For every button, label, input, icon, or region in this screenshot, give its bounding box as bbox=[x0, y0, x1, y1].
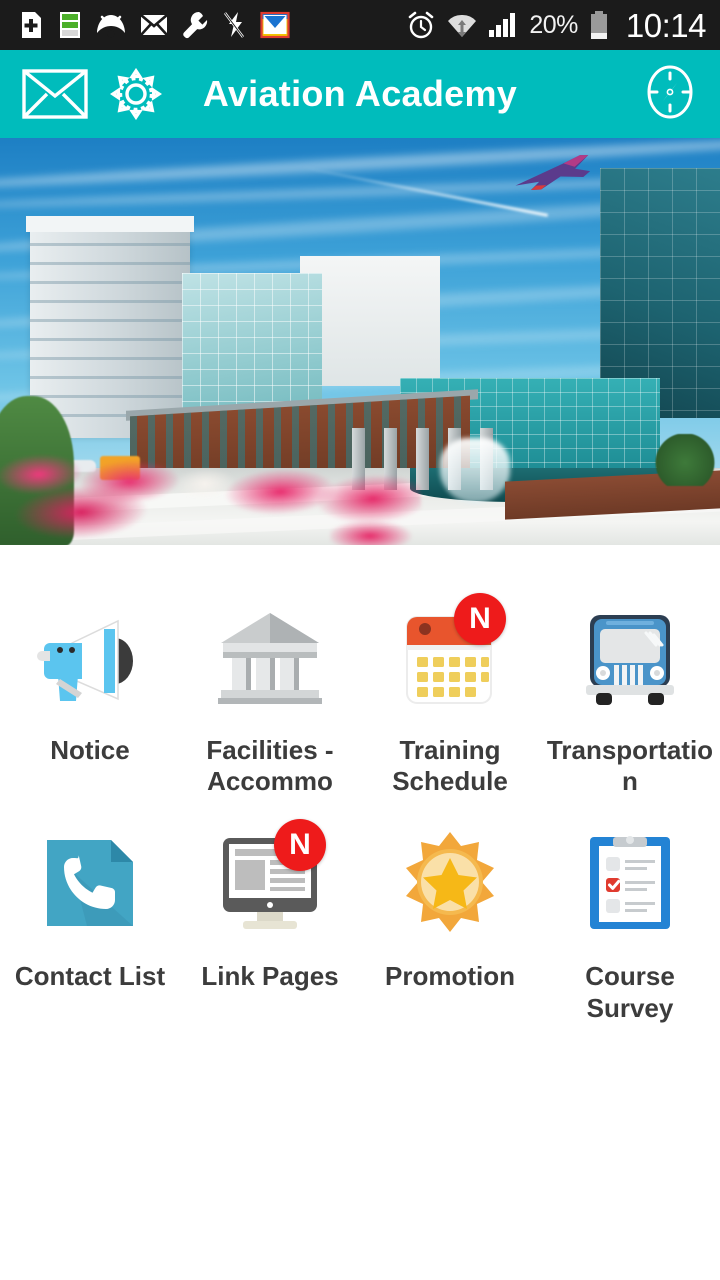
star-badge-icon bbox=[390, 823, 510, 943]
menu-item-label: Link Pages bbox=[201, 961, 339, 992]
battery-level-icon bbox=[60, 12, 80, 38]
gear-icon[interactable] bbox=[110, 68, 162, 120]
inbox-download-icon bbox=[260, 11, 290, 39]
menu-item-label: Promotion bbox=[385, 961, 515, 992]
menu-item-label: Facilities - Accommo bbox=[206, 735, 334, 797]
new-badge: N bbox=[454, 593, 506, 645]
clipboard-checklist-icon bbox=[570, 823, 690, 943]
new-badge: N bbox=[274, 819, 326, 872]
menu-item-label: Course Survey bbox=[585, 961, 675, 1023]
menu-item-label: Training Schedule bbox=[392, 735, 508, 797]
app-bar-left-actions bbox=[22, 68, 162, 120]
phone-contact-icon bbox=[30, 823, 150, 943]
bus-icon bbox=[570, 597, 690, 717]
sad-face-icon bbox=[97, 15, 125, 38]
tree bbox=[655, 434, 715, 486]
menu-item-facilities-accommo[interactable]: Facilities - Accommo bbox=[180, 597, 360, 823]
menu-item-contact-list[interactable]: Contact List bbox=[0, 823, 180, 1049]
battery-icon bbox=[590, 11, 607, 39]
menu-item-label: Transportation bbox=[546, 735, 714, 797]
compass-icon[interactable] bbox=[642, 64, 698, 120]
status-bar-clock: 10:14 bbox=[625, 6, 707, 44]
menu-item-transportation[interactable]: Transportation bbox=[540, 597, 720, 823]
wifi-icon bbox=[448, 14, 477, 37]
menu-item-link-pages[interactable]: N Link Pages bbox=[180, 819, 360, 1049]
megaphone-icon bbox=[30, 597, 150, 717]
sd-card-add-icon bbox=[22, 12, 41, 38]
flower-bed bbox=[330, 510, 470, 545]
calendar-icon: N bbox=[390, 593, 510, 717]
menu-item-label: Notice bbox=[50, 735, 130, 765]
menu-item-label: Contact List bbox=[14, 961, 166, 992]
menu-row: Notice Facilities - Accommo N Training S… bbox=[0, 593, 720, 823]
app-bar: Aviation Academy bbox=[0, 50, 720, 138]
flash-off-icon bbox=[223, 12, 245, 38]
status-bar: 20% 10:14 bbox=[0, 0, 720, 50]
menu-row: Contact List N Link Pages Promotion Cour… bbox=[0, 819, 720, 1049]
fountain-water bbox=[440, 438, 510, 503]
hero-campus-image[interactable] bbox=[0, 138, 720, 545]
mail-closed-icon bbox=[140, 14, 168, 36]
app-bar-right-actions bbox=[642, 64, 698, 125]
battery-percent-label: 20% bbox=[529, 10, 578, 39]
wrench-icon bbox=[183, 11, 208, 39]
bank-building-icon bbox=[210, 597, 330, 717]
status-bar-right-icons: 20% 10:14 bbox=[406, 6, 707, 44]
menu-item-training-schedule[interactable]: N Training Schedule bbox=[360, 593, 540, 823]
cellular-signal-icon bbox=[489, 13, 516, 37]
menu-item-course-survey[interactable]: Course Survey bbox=[540, 823, 720, 1049]
menu-grid: Notice Facilities - Accommo N Training S… bbox=[0, 545, 720, 1050]
menu-item-promotion[interactable]: Promotion bbox=[360, 823, 540, 1049]
status-bar-left-icons bbox=[18, 11, 406, 39]
tower-cap bbox=[26, 216, 194, 232]
alarm-clock-icon bbox=[409, 11, 434, 39]
envelope-icon[interactable] bbox=[22, 69, 88, 119]
menu-item-notice[interactable]: Notice bbox=[0, 597, 180, 823]
monitor-webpage-icon: N bbox=[210, 819, 330, 943]
